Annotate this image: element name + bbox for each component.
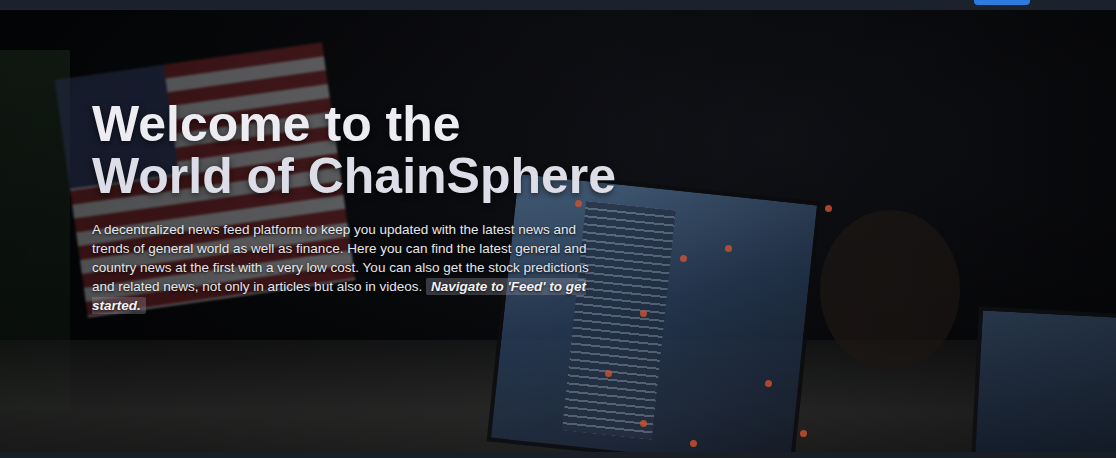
hero-description: A decentralized news feed platform to ke… [92,220,597,315]
background-spark [640,310,647,317]
title-line: World of ChainSphere [92,150,1116,202]
background-spark [765,380,772,387]
title-line: Welcome to the [92,98,1116,150]
background-spark [605,370,612,377]
background-spark [680,255,687,262]
background-spark [690,440,697,447]
hero-title: Welcome to theWorld of ChainSphere [92,98,1116,202]
background-spark [725,245,732,252]
top-bar [0,0,1116,10]
background-spark [825,205,832,212]
hero-content: Welcome to theWorld of ChainSphere A dece… [0,10,1116,315]
background-spark [800,430,807,437]
top-button[interactable] [974,0,1030,5]
background-spark [640,420,647,427]
hero-section: Welcome to theWorld of ChainSphere A dece… [0,10,1116,458]
